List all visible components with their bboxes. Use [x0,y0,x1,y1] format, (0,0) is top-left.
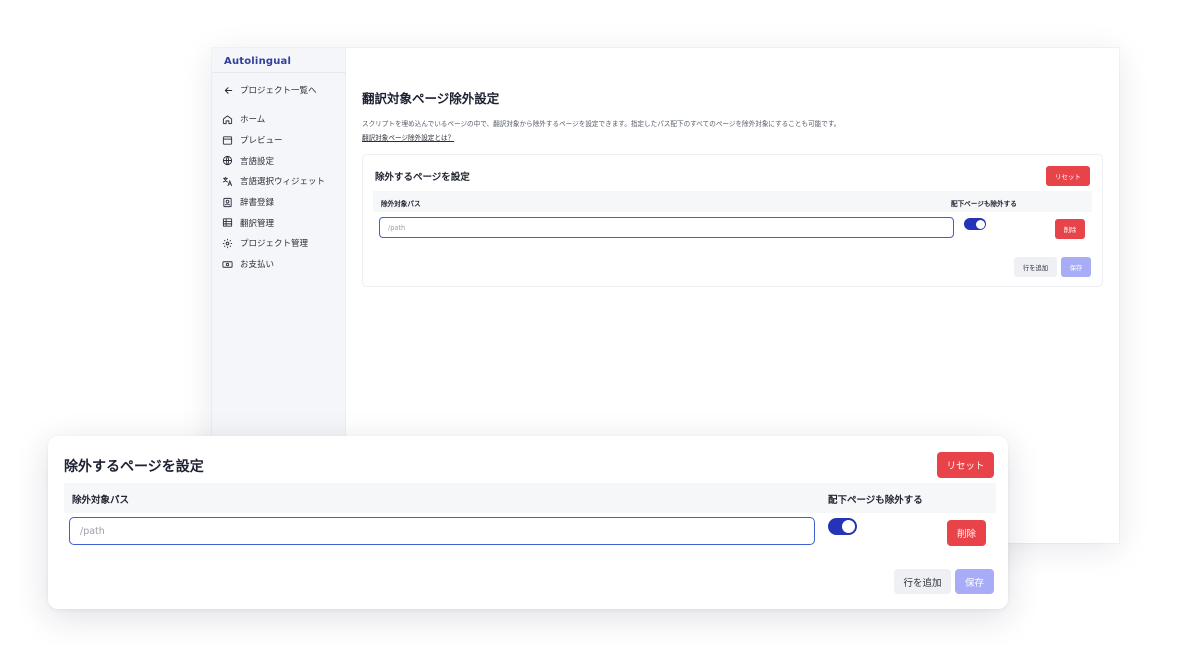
sidebar-item-label: プロジェクト管理 [240,239,309,250]
help-link[interactable]: 翻訳対象ページ除外設定とは？ [362,132,454,142]
table-header: 除外対象パス 配下ページも除外する [64,483,996,513]
sidebar-item-home[interactable]: ホーム [222,109,342,130]
table-header: 除外対象パス 配下ページも除外する [373,191,1092,212]
sidebar-item-payment[interactable]: お支払い [222,254,342,275]
page-description: スクリプトを埋め込んでいるページの中で、翻訳対象から除外するページを設定できます… [362,120,841,128]
globe-icon [222,156,233,166]
browser-window-icon [222,135,233,145]
arrow-left-icon [224,86,233,94]
delete-row-button[interactable]: 削除 [1055,219,1085,239]
home-icon [222,115,233,124]
contact-book-icon [223,197,232,207]
add-row-button[interactable]: 行を追加 [1014,257,1057,277]
exclude-pages-card-zoomed: 除外するページを設定 リセット 除外対象パス 配下ページも除外する 削除 行を追… [48,436,1008,609]
column-header-path: 除外対象パス [381,200,421,208]
sidebar-item-label: 辞書登録 [240,198,275,209]
sidebar-item-project-management[interactable]: プロジェクト管理 [222,233,342,254]
sidebar-item-label: お支払い [240,260,275,271]
sidebar-item-preview[interactable]: プレビュー [222,130,342,151]
reset-button[interactable]: リセット [1046,166,1090,186]
card-title: 除外するページを設定 [64,459,204,475]
sidebar-item-translation-management[interactable]: 翻訳管理 [222,212,342,233]
sidebar-item-label: ホーム [240,115,266,126]
sidebar-item-dictionary[interactable]: 辞書登録 [222,192,342,213]
translate-icon [222,176,233,186]
path-input[interactable] [69,517,815,545]
sidebar-item-label: 翻訳管理 [240,218,275,229]
column-header-include-children: 配下ページも除外する [951,200,1017,208]
sidebar-item-label: 言語設定 [240,156,275,167]
sidebar-item-label: 言語選択ウィジェット [240,177,326,188]
sidebar-nav: ホーム プレビュー 言語設定 言語選択ウィジェット 辞書登録 翻訳管理 プロジェ… [222,109,342,275]
include-children-toggle[interactable] [828,518,857,535]
sidebar-item-language-widget[interactable]: 言語選択ウィジェット [222,171,342,192]
card-title: 除外するページを設定 [375,172,470,183]
path-input[interactable] [379,217,954,238]
exclude-pages-card: 除外するページを設定 リセット 除外対象パス 配下ページも除外する 削除 行を追… [362,154,1103,287]
page-title: 翻訳対象ページ除外設定 [362,91,500,106]
add-row-button[interactable]: 行を追加 [894,569,951,594]
back-to-projects-link[interactable]: プロジェクト一覧へ [223,84,317,96]
save-button[interactable]: 保存 [955,569,994,594]
save-button[interactable]: 保存 [1061,257,1091,277]
column-header-include-children: 配下ページも除外する [828,495,923,506]
sidebar-item-label: プレビュー [240,136,283,147]
sidebar-item-language-settings[interactable]: 言語設定 [222,150,342,171]
table-icon [222,218,233,227]
include-children-toggle[interactable] [964,218,986,230]
reset-button[interactable]: リセット [937,452,994,478]
column-header-path: 除外対象パス [72,495,130,506]
brand-logo[interactable]: Autolingual [224,56,291,67]
divider [212,72,346,73]
delete-row-button[interactable]: 削除 [947,520,986,546]
banknote-icon [222,260,233,268]
back-link-label: プロジェクト一覧へ [240,86,317,96]
gear-icon [222,238,233,249]
